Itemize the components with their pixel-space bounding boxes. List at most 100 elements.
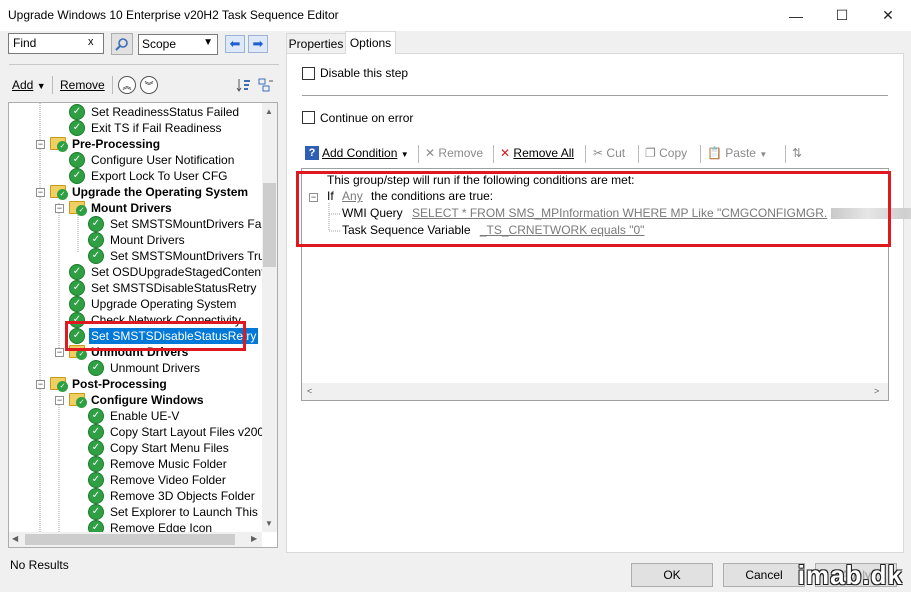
disable-step-checkbox[interactable] bbox=[302, 67, 315, 80]
collapse-toggle-icon[interactable]: − bbox=[55, 396, 64, 405]
remove-all-button[interactable]: ✕ Remove All bbox=[500, 146, 574, 160]
copy-button[interactable]: ❐ Copy bbox=[645, 146, 687, 160]
scroll-down-arrow-icon[interactable]: ▼ bbox=[265, 519, 273, 528]
next-result-button[interactable]: ➡ bbox=[248, 35, 268, 53]
remove-condition-button[interactable]: ✕ Remove bbox=[425, 146, 483, 160]
close-icon: ✕ bbox=[882, 7, 894, 23]
sort-icon[interactable] bbox=[236, 77, 252, 93]
add-condition-button[interactable]: Add Condition ▼ bbox=[322, 146, 409, 160]
success-check-icon: ✓ bbox=[69, 120, 85, 136]
watermark: imab.dk bbox=[797, 560, 903, 590]
disable-step-label: Disable this step bbox=[320, 66, 409, 80]
close-button[interactable]: ✕ bbox=[865, 0, 911, 31]
tab-options[interactable]: Options bbox=[345, 31, 396, 54]
toolbar-separator bbox=[785, 145, 786, 163]
success-check-icon: ✓ bbox=[69, 104, 85, 120]
toolbar-separator bbox=[52, 76, 53, 94]
toolbar-separator bbox=[638, 145, 639, 163]
scroll-right-arrow-icon[interactable]: > bbox=[874, 386, 879, 396]
scroll-right-arrow-icon[interactable]: ▶ bbox=[251, 534, 257, 543]
collapse-toggle-icon[interactable]: − bbox=[36, 140, 45, 149]
success-check-icon: ✓ bbox=[88, 440, 104, 456]
cut-label: Cut bbox=[606, 146, 626, 160]
tree-horizontal-scrollbar[interactable]: ◀ ▶ bbox=[9, 532, 262, 547]
success-check-icon: ✓ bbox=[76, 397, 87, 408]
success-check-icon: ✓ bbox=[88, 424, 104, 440]
remove-button[interactable]: Remove bbox=[60, 78, 105, 92]
move-up-button[interactable]: ︽ bbox=[118, 76, 136, 94]
arrow-right-icon: ➡ bbox=[252, 36, 264, 51]
clear-find-button[interactable]: x bbox=[88, 36, 94, 48]
maximize-button[interactable]: ☐ bbox=[819, 0, 865, 31]
dropdown-arrow-icon: ▼ bbox=[36, 81, 46, 91]
continue-on-error-label: Continue on error bbox=[320, 111, 414, 125]
arrow-left-icon: ⬅ bbox=[229, 36, 241, 51]
success-check-icon: ✓ bbox=[88, 504, 104, 520]
find-input-text: Find bbox=[13, 36, 37, 50]
cancel-button[interactable]: Cancel bbox=[723, 563, 805, 587]
ok-button[interactable]: OK bbox=[631, 563, 713, 587]
add-condition-label: Add Condition bbox=[322, 146, 398, 160]
success-check-icon: ✓ bbox=[57, 381, 68, 392]
dropdown-arrow-icon: ▼ bbox=[400, 150, 409, 159]
tree-vertical-scrollbar[interactable]: ▲ ▼ bbox=[262, 103, 277, 532]
success-check-icon: ✓ bbox=[88, 360, 104, 376]
previous-result-button[interactable]: ⬅ bbox=[225, 35, 245, 53]
tab-properties[interactable]: Properties bbox=[286, 33, 346, 54]
collapse-toggle-icon[interactable]: − bbox=[55, 204, 64, 213]
move-icon: ⇅ bbox=[792, 146, 803, 160]
success-check-icon: ✓ bbox=[88, 216, 104, 232]
dropdown-arrow-icon: ▼ bbox=[759, 150, 768, 159]
help-icon: ? bbox=[305, 146, 319, 160]
double-chevron-down-icon: ︾ bbox=[144, 80, 154, 91]
success-check-icon: ✓ bbox=[88, 248, 104, 264]
success-check-icon: ✓ bbox=[69, 280, 85, 296]
toolbar-separator bbox=[418, 145, 419, 163]
expand-collapse-icon[interactable] bbox=[258, 77, 274, 93]
success-check-icon: ✓ bbox=[57, 189, 68, 200]
continue-on-error-checkbox[interactable] bbox=[302, 111, 315, 124]
add-label: Add bbox=[12, 78, 34, 92]
clipboard-icon: 📋 bbox=[707, 146, 722, 160]
remove-condition-label: Remove bbox=[438, 146, 484, 160]
condition-hscroll[interactable]: < > bbox=[302, 383, 888, 400]
success-check-icon: ✓ bbox=[88, 472, 104, 488]
remove-all-label: Remove All bbox=[513, 146, 575, 160]
window-title: Upgrade Windows 10 Enterprise v20H2 Task… bbox=[8, 8, 339, 22]
success-check-icon: ✓ bbox=[76, 205, 87, 216]
scroll-up-arrow-icon[interactable]: ▲ bbox=[265, 107, 273, 116]
search-icon bbox=[115, 38, 128, 51]
tree-scroll-thumb[interactable] bbox=[263, 183, 276, 267]
paste-label: Paste bbox=[725, 146, 756, 160]
tree-hscroll-thumb[interactable] bbox=[25, 534, 235, 545]
add-menu-button[interactable]: Add ▼ bbox=[12, 78, 46, 92]
minimize-button[interactable]: — bbox=[773, 0, 819, 31]
scroll-left-arrow-icon[interactable]: < bbox=[307, 386, 312, 396]
success-check-icon: ✓ bbox=[88, 408, 104, 424]
paste-button[interactable]: 📋 Paste ▼ bbox=[707, 146, 767, 160]
collapse-toggle-icon[interactable]: − bbox=[55, 348, 64, 357]
success-check-icon: ✓ bbox=[69, 296, 85, 312]
toolbar-separator bbox=[112, 76, 113, 94]
scope-dropdown[interactable]: Scope ▼ bbox=[138, 34, 218, 55]
success-check-icon: ✓ bbox=[57, 141, 68, 152]
scroll-left-arrow-icon[interactable]: ◀ bbox=[12, 534, 18, 543]
options-divider bbox=[302, 95, 888, 96]
double-chevron-up-icon: ︽ bbox=[122, 80, 132, 91]
move-condition-button[interactable]: ⇅ bbox=[792, 146, 802, 160]
highlight-box bbox=[65, 321, 246, 351]
success-check-icon: ✓ bbox=[88, 232, 104, 248]
title-bar: Upgrade Windows 10 Enterprise v20H2 Task… bbox=[0, 0, 911, 31]
condition-toolbar: ? Add Condition ▼ ✕ Remove ✕ Remove All … bbox=[301, 143, 884, 165]
collapse-toggle-icon[interactable]: − bbox=[36, 380, 45, 389]
move-down-button[interactable]: ︾ bbox=[140, 76, 158, 94]
maximize-icon: ☐ bbox=[835, 7, 849, 23]
toolbar-divider bbox=[9, 64, 279, 65]
minimize-icon: — bbox=[789, 7, 803, 24]
success-check-icon: ✓ bbox=[88, 488, 104, 504]
chevron-down-icon: ▼ bbox=[203, 37, 213, 48]
cut-button[interactable]: ✂ Cut bbox=[593, 146, 625, 160]
find-button[interactable] bbox=[111, 33, 133, 55]
toolbar-separator bbox=[700, 145, 701, 163]
collapse-toggle-icon[interactable]: − bbox=[36, 188, 45, 197]
